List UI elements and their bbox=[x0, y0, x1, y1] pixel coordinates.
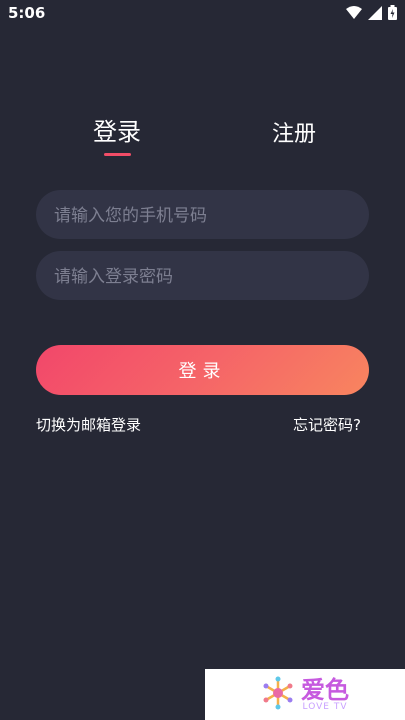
tab-active-indicator bbox=[104, 153, 131, 156]
login-button[interactable]: 登录 bbox=[36, 345, 369, 395]
watermark-subtitle: LOVE TV bbox=[302, 701, 348, 712]
watermark-title: 爱色 bbox=[301, 675, 349, 704]
auth-tabs: 登录 注册 bbox=[0, 112, 405, 172]
tab-register[interactable]: 注册 bbox=[272, 116, 316, 148]
forgot-password-link[interactable]: 忘记密码? bbox=[293, 414, 361, 435]
status-bar: 5:06 bbox=[0, 0, 405, 28]
watermark-text: 爱色 LOVE TV bbox=[301, 678, 349, 712]
wifi-icon bbox=[346, 5, 362, 24]
phone-input[interactable] bbox=[52, 190, 357, 241]
signal-icon bbox=[368, 5, 382, 24]
phone-field bbox=[36, 190, 369, 241]
password-field bbox=[36, 251, 369, 302]
status-icons bbox=[346, 5, 397, 24]
password-input[interactable] bbox=[52, 251, 357, 302]
status-time: 5:06 bbox=[8, 4, 46, 22]
tab-login[interactable]: 登录 bbox=[93, 112, 141, 147]
switch-email-login-link[interactable]: 切换为邮箱登录 bbox=[36, 414, 141, 435]
snowflake-logo-icon bbox=[261, 676, 295, 714]
battery-icon bbox=[388, 5, 397, 24]
watermark: 爱色 LOVE TV bbox=[205, 669, 405, 720]
